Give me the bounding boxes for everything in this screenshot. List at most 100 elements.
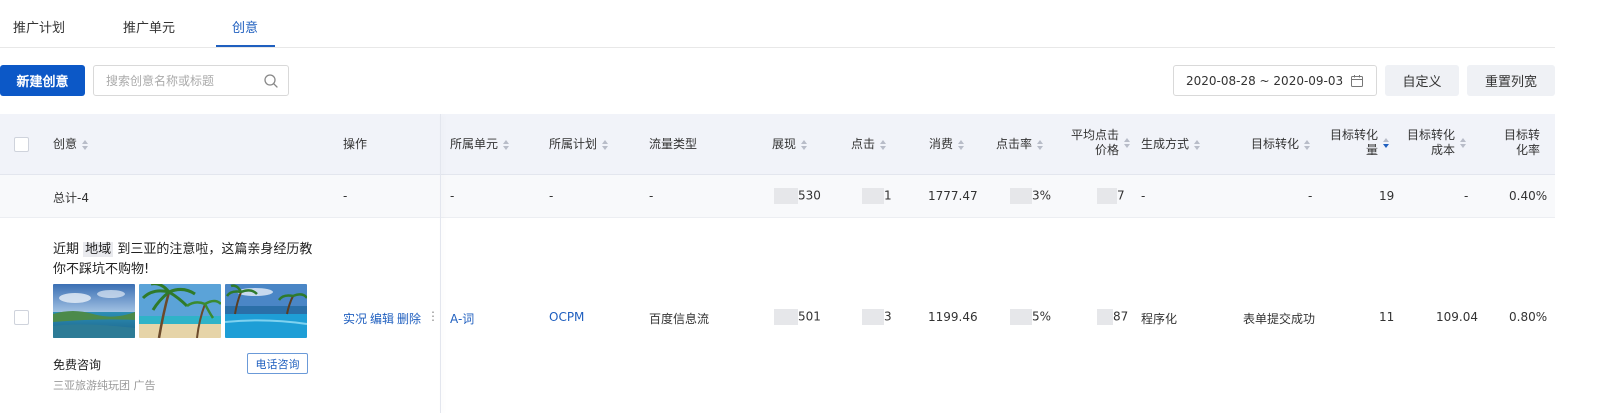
sort-icon[interactable] <box>1194 139 1201 150</box>
select-all-checkbox[interactable] <box>14 137 29 152</box>
date-range-text: 2020-08-28 ~ 2020-09-03 <box>1186 73 1344 88</box>
sort-icon[interactable] <box>1124 138 1131 148</box>
plan-link[interactable]: OCPM <box>549 310 584 324</box>
total-impressions: 530 <box>774 188 821 204</box>
consult-label: 免费咨询 <box>53 358 102 372</box>
unit-link[interactable]: A-词 <box>450 310 474 327</box>
phone-consult-button[interactable]: 电话咨询 <box>247 353 308 374</box>
total-cost: 1777.47 <box>928 189 978 203</box>
sort-icon[interactable] <box>880 139 887 150</box>
col-avg-cpc[interactable]: 平均点击 价格 <box>1063 128 1133 158</box>
customize-button[interactable]: 自定义 <box>1385 65 1459 96</box>
col-target-conv-qty[interactable]: 目标转化量 <box>1328 128 1390 158</box>
sort-icon[interactable] <box>1037 139 1044 150</box>
col-target-conv-label: 目标转化 <box>1251 137 1300 151</box>
redacted-mask <box>774 188 798 204</box>
row-ctr-value: 5% <box>1032 309 1052 324</box>
calendar-icon <box>1351 75 1363 87</box>
more-actions-icon[interactable]: ⋮ <box>427 309 439 323</box>
tab-bar: 推广计划 推广单元 创意 <box>0 0 1555 48</box>
total-gen-method: - <box>1141 189 1146 203</box>
row-target-conv-qty: 11 <box>1379 310 1395 324</box>
new-creative-button[interactable]: 新建创意 <box>0 65 85 96</box>
creative-title: 近期 地域 到三亚的注意啦，这篇亲身经历教你不踩坑不购物! <box>53 240 313 280</box>
row-impressions-value: 501 <box>798 309 821 324</box>
sort-icon[interactable] <box>1304 139 1311 150</box>
col-target-conv-qty-label-1: 目标转化 <box>1329 128 1378 142</box>
total-action: - <box>343 189 348 203</box>
sort-icon[interactable] <box>82 139 89 150</box>
col-plan-label: 所属计划 <box>549 137 598 151</box>
search-icon[interactable] <box>263 73 279 89</box>
total-clicks-value: 1 <box>884 188 892 203</box>
col-target-conv-qty-label-2: 量 <box>1365 143 1378 157</box>
sort-icon[interactable] <box>1460 138 1467 148</box>
sort-icon[interactable] <box>602 139 609 150</box>
col-target-conv-cost[interactable]: 目标转化 成本 <box>1405 128 1467 158</box>
fixed-column-divider <box>440 114 441 413</box>
total-target-conv-qty: 19 <box>1379 189 1395 203</box>
col-cost[interactable]: 消费 <box>929 137 965 152</box>
total-avg-cpc-value: 7 <box>1117 188 1125 203</box>
col-gen-method[interactable]: 生成方式 <box>1141 137 1201 152</box>
redacted-mask <box>1097 188 1117 204</box>
date-range-picker[interactable]: 2020-08-28 ~ 2020-09-03 <box>1173 65 1377 96</box>
creative-image-2 <box>139 284 221 338</box>
delete-link[interactable]: 删除 <box>397 310 421 327</box>
total-target-conv-rate: 0.40% <box>1509 189 1548 203</box>
col-plan[interactable]: 所属计划 <box>549 137 609 152</box>
col-avg-cpc-label-1: 平均点击 <box>1070 128 1119 142</box>
traffic-type: 百度信息流 <box>649 312 710 326</box>
col-action-label: 操作 <box>343 137 368 151</box>
row-ctr: 5% <box>1010 309 1051 325</box>
creative-image-1 <box>53 284 135 338</box>
col-unit[interactable]: 所属单元 <box>450 137 510 152</box>
redacted-mask <box>862 188 884 204</box>
col-target-conv-cost-label-2: 成本 <box>1430 143 1455 157</box>
live-view-link[interactable]: 实况 <box>343 310 367 327</box>
creative-title-prefix: 近期 <box>53 242 80 257</box>
col-target-conv[interactable]: 目标转化 <box>1251 137 1311 152</box>
row-clicks: 3 <box>862 309 892 325</box>
col-impressions[interactable]: 展现 <box>772 137 808 152</box>
sort-desc-icon[interactable] <box>1383 138 1390 148</box>
row-avg-cpc-value: 87 <box>1113 309 1129 324</box>
row-checkbox[interactable] <box>14 310 29 325</box>
col-target-conv-rate-label-1: 目标转 <box>1503 128 1540 142</box>
redacted-mask <box>1010 188 1032 204</box>
total-impressions-value: 530 <box>798 188 821 203</box>
reset-column-width-button[interactable]: 重置列宽 <box>1467 65 1555 96</box>
edit-link[interactable]: 编辑 <box>370 310 394 327</box>
col-ctr[interactable]: 点击率 <box>996 137 1044 152</box>
total-avg-cpc: 7 <box>1097 188 1125 204</box>
col-target-conv-rate[interactable]: 目标转 化率 <box>1490 128 1540 158</box>
sort-icon[interactable] <box>801 139 808 150</box>
total-target-conv: - <box>1308 189 1313 203</box>
sort-icon[interactable] <box>503 139 510 150</box>
tab-unit[interactable]: 推广单元 <box>123 17 175 36</box>
row-avg-cpc: 87 <box>1097 309 1128 325</box>
sort-icon[interactable] <box>958 139 965 150</box>
redacted-mask <box>862 309 884 325</box>
col-impressions-label: 展现 <box>772 137 797 151</box>
search-input[interactable] <box>94 66 254 95</box>
tab-creative[interactable]: 创意 <box>232 17 258 36</box>
col-creative-label: 创意 <box>53 137 78 151</box>
row-clicks-value: 3 <box>884 309 892 324</box>
advertiser-label: 三亚旅游纯玩团 广告 <box>53 379 156 392</box>
col-gen-method-label: 生成方式 <box>1141 137 1190 151</box>
col-creative[interactable]: 创意 <box>53 137 89 152</box>
row-target-conv-cost: 109.04 <box>1436 310 1478 324</box>
redacted-mask <box>774 309 798 325</box>
col-unit-label: 所属单元 <box>450 137 499 151</box>
col-action: 操作 <box>343 137 367 152</box>
col-target-conv-rate-label-2: 化率 <box>1515 143 1540 157</box>
tab-plan[interactable]: 推广计划 <box>13 17 65 36</box>
row-impressions: 501 <box>774 309 821 325</box>
keyword-placeholder: 地域 <box>83 242 114 257</box>
col-ctr-label: 点击率 <box>996 137 1033 151</box>
creative-image-3 <box>225 284 307 338</box>
col-traffic-label: 流量类型 <box>649 137 698 151</box>
total-label: 总计-4 <box>53 191 89 205</box>
col-clicks[interactable]: 点击 <box>851 137 887 152</box>
